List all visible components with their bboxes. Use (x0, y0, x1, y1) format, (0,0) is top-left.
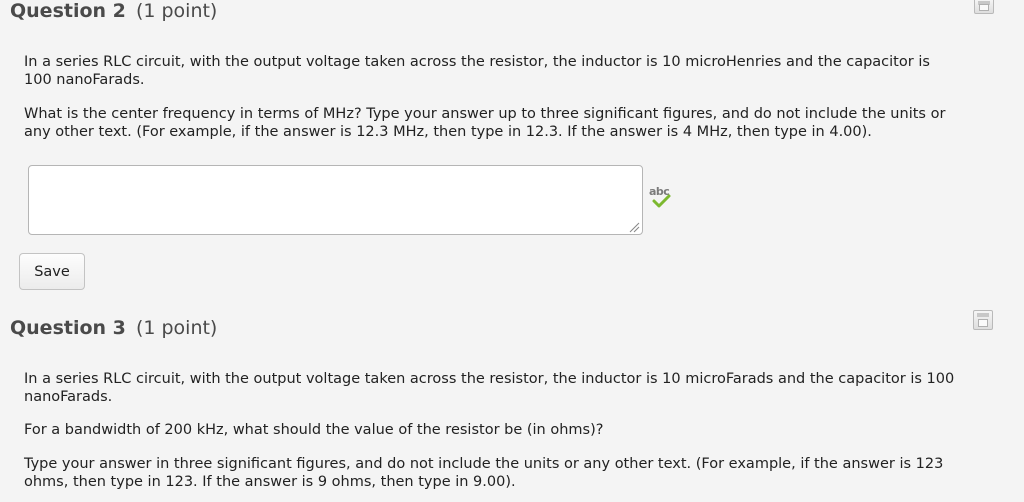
question-2-paragraph-1-line-2: 100 nanoFarads. (24, 72, 145, 88)
question-2-save-button[interactable]: Save (19, 253, 85, 290)
question-3-paragraph-1-line-2: nanoFarads. (24, 389, 113, 405)
question-3-paragraph-1-line-1: In a series RLC circuit, with the output… (24, 371, 955, 387)
question-2-paragraph-2-line-1: What is the center frequency in terms of… (24, 106, 946, 122)
question-3-paragraph-3-line-1: Type your answer in three significant fi… (24, 456, 944, 472)
question-3-paragraph-3: Type your answer in three significant fi… (24, 455, 1009, 491)
question-3-heading: Question 3 (1 point) (10, 317, 217, 339)
question-2-paragraph-2-line-2: any other text. (For example, if the ans… (24, 124, 872, 140)
question-2-points: (1 point) (135, 0, 218, 22)
resize-grip-icon[interactable] (628, 221, 640, 233)
spellcheck-icon[interactable]: abc (648, 185, 674, 209)
question-3-save-icon[interactable] (973, 310, 993, 330)
question-3-paragraph-2: For a bandwidth of 200 kHz, what should … (24, 421, 1009, 439)
question-2-paragraph-1: In a series RLC circuit, with the output… (24, 53, 1009, 89)
question-2-heading: Question 2 (1 point) (10, 0, 217, 22)
question-2-answer-field[interactable] (28, 165, 643, 235)
question-2-paragraph-1-line-1: In a series RLC circuit, with the output… (24, 54, 930, 70)
question-2-paragraph-2: What is the center frequency in terms of… (24, 105, 1009, 141)
question-3-paragraph-3-line-2: ohms, then type in 123. If the answer is… (24, 474, 516, 490)
question-2-save-icon[interactable] (974, 0, 994, 14)
question-3-points: (1 point) (135, 317, 218, 339)
question-3-paragraph-1: In a series RLC circuit, with the output… (24, 370, 1009, 406)
question-3-number: Question 3 (10, 317, 126, 339)
quiz-page: Question 2 (1 point) In a series RLC cir… (0, 0, 1024, 502)
question-3-paragraph-2-line-1: For a bandwidth of 200 kHz, what should … (24, 422, 604, 438)
question-2-number: Question 2 (10, 0, 126, 22)
